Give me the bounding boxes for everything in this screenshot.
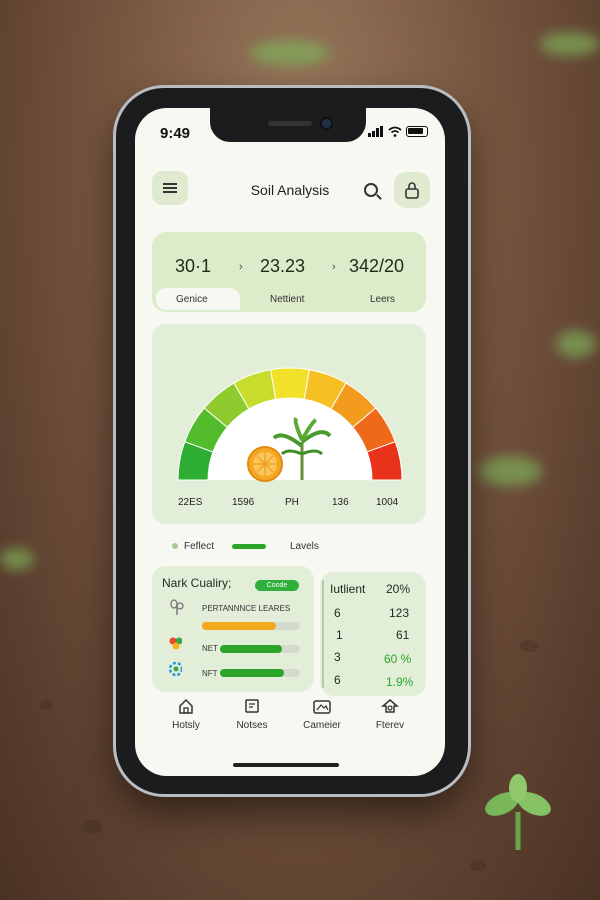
gauge-label-3: PH [285, 497, 299, 508]
nutrient-row-3-value: 60 % [384, 652, 412, 666]
notes-icon [222, 698, 282, 716]
nutrient-header-name: Iutlient [330, 582, 366, 596]
quality-bar-track-3 [220, 669, 300, 677]
tab-camera[interactable]: Cameier [292, 698, 352, 731]
quality-row-label-2: NET [202, 644, 218, 653]
tab-notes[interactable]: Notses [222, 698, 282, 731]
quality-row-label-1: PERTANNNCE LEARES [202, 604, 291, 613]
settings-icon [360, 698, 420, 716]
tab-label: Fterev [375, 720, 405, 731]
gauge-segment [269, 367, 311, 400]
battery-icon [406, 126, 428, 137]
nutrient-row-2-value: 61 [396, 628, 410, 642]
status-time: 9:49 [160, 125, 191, 142]
gauge-label-4: 136 [332, 497, 349, 508]
lock-icon [405, 182, 419, 199]
nutrient-row-1-value: 123 [389, 606, 410, 620]
nutrient-row-1-key: 6 [334, 606, 341, 620]
legend-item-1: Feflect [184, 541, 215, 552]
gauge-label-2: 1596 [232, 497, 255, 508]
gauge-label-5: 1004 [376, 497, 399, 508]
legend-item-2: Lavels [290, 541, 319, 552]
tab-label: Hotsly [172, 720, 200, 731]
camera-icon [292, 698, 352, 716]
stat-value-1: 30·1 [175, 256, 212, 276]
page-title: Soil Analysis [250, 182, 330, 198]
signal-icon [368, 126, 383, 137]
menu-button[interactable] [152, 171, 188, 205]
ph-gauge [177, 367, 403, 482]
stat-value-3: 342/20 [349, 256, 405, 276]
nutrient-row-2-key: 1 [336, 628, 343, 642]
tab-label: Notses [236, 720, 268, 731]
stat-label-1: Genice [176, 294, 208, 305]
home-icon [156, 698, 216, 716]
status-icons [368, 126, 428, 137]
sprout-photo [485, 774, 551, 850]
hamburger-icon [163, 183, 177, 193]
nutrient-header-value: 20% [386, 582, 411, 596]
gauge-label-1: 22ES [178, 497, 203, 508]
nutrient-row-3-key: 3 [334, 650, 341, 664]
quality-bar-2 [220, 645, 283, 653]
legend-bar [232, 544, 266, 549]
tab-label: Cameier [303, 720, 341, 731]
stat-value-2: 23.23 [260, 256, 306, 276]
stat-label-2: Nettient [270, 294, 305, 305]
sprout-icon [170, 599, 184, 615]
nutrient-row-4-value: 1.9% [386, 675, 414, 689]
speaker [268, 121, 312, 126]
leaf-cluster-icon [168, 636, 182, 650]
quality-bar-track-2 [220, 645, 300, 653]
search-icon [364, 183, 378, 197]
quality-bar-1 [202, 622, 276, 630]
quality-title: Nark Cualiry; [162, 576, 232, 590]
bottom-tab-bar: Hotsly Notses Cameier Fterev [152, 698, 426, 752]
wifi-icon [388, 126, 402, 137]
tab-home[interactable]: Hotsly [156, 698, 216, 731]
front-camera [322, 119, 331, 128]
quality-row-label-3: NFT [202, 669, 218, 678]
search-button[interactable] [356, 175, 386, 205]
fruit-illustration [247, 446, 283, 482]
home-indicator [233, 763, 339, 767]
profile-button[interactable] [394, 172, 430, 208]
quality-bar-3 [220, 669, 284, 677]
tab-settings[interactable]: Fterev [360, 698, 420, 731]
flower-icon [168, 661, 182, 677]
nutrient-row-4-key: 6 [334, 673, 341, 687]
gauge-segments [177, 367, 403, 481]
status-badge[interactable]: Coode [255, 580, 299, 591]
divider [322, 580, 324, 688]
chevron-right-icon: › [239, 261, 243, 273]
chevron-right-icon: › [332, 261, 336, 273]
legend-dot [172, 543, 178, 549]
quality-bar-track-1 [202, 622, 300, 630]
stat-label-3: Leers [370, 294, 396, 305]
